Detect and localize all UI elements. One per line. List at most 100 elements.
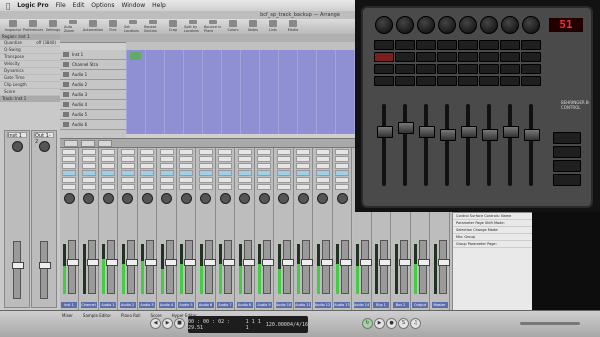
- insert-slot[interactable]: [237, 177, 252, 183]
- insert-slot[interactable]: [140, 170, 154, 176]
- insert-slot[interactable]: [315, 184, 330, 190]
- fader-cap[interactable]: [398, 122, 414, 134]
- pan-knob[interactable]: [63, 193, 75, 204]
- insert-slot[interactable]: [237, 170, 252, 176]
- track-header[interactable]: Audio 1: [60, 70, 126, 80]
- insert-slot[interactable]: [257, 177, 271, 183]
- channel-fader[interactable]: [145, 240, 157, 294]
- channel-fader[interactable]: [340, 240, 352, 294]
- insert-slot[interactable]: [276, 184, 291, 190]
- insert-slot[interactable]: [81, 184, 96, 190]
- channel-fader[interactable]: [86, 240, 99, 294]
- insert-slot[interactable]: [179, 156, 193, 162]
- track-header[interactable]: Audio 3: [60, 90, 126, 100]
- insert-slot[interactable]: [81, 177, 96, 183]
- insert-slot[interactable]: [257, 184, 271, 190]
- insert-slot[interactable]: [315, 156, 330, 162]
- pan-knob[interactable]: [200, 193, 211, 204]
- track-header[interactable]: Audio 6: [60, 120, 126, 130]
- insert-slot[interactable]: [120, 156, 135, 162]
- pan-knob[interactable]: [83, 193, 94, 204]
- channel-fader[interactable]: [418, 240, 430, 294]
- insert-slot[interactable]: [120, 184, 135, 190]
- controller-button[interactable]: [479, 64, 499, 74]
- mixer-options-menu[interactable]: [81, 139, 95, 147]
- fader-cap[interactable]: [524, 129, 540, 141]
- insert-slot[interactable]: [179, 149, 193, 155]
- controller-button[interactable]: [437, 76, 457, 86]
- insert-slot[interactable]: [179, 177, 193, 183]
- pan-knob[interactable]: [38, 141, 50, 152]
- insert-slot[interactable]: [218, 156, 232, 162]
- controller-fader[interactable]: [377, 104, 393, 186]
- toolbar-button-crop[interactable]: Crop: [164, 20, 182, 33]
- controller-button[interactable]: [437, 64, 457, 74]
- toolbar-button-notes[interactable]: Notes: [244, 20, 262, 33]
- inspector-row[interactable]: Velocity: [0, 61, 60, 68]
- inspector-row[interactable]: Quantize off (3840): [0, 40, 60, 47]
- insert-slot[interactable]: [159, 184, 174, 190]
- arrange-grid[interactable]: [126, 50, 360, 134]
- pan-knob[interactable]: [336, 193, 348, 204]
- encoder-knob[interactable]: [375, 16, 393, 34]
- insert-slot[interactable]: [218, 149, 232, 155]
- pan-knob[interactable]: [297, 193, 309, 204]
- inspector-row[interactable]: Clip Length: [0, 82, 60, 89]
- controller-button[interactable]: [500, 52, 520, 62]
- mixer-view-menu[interactable]: [98, 139, 112, 147]
- insert-slot[interactable]: [140, 184, 154, 190]
- channel-fader[interactable]: [262, 240, 274, 294]
- encoder-knob[interactable]: [501, 16, 519, 34]
- play-button[interactable]: ▶: [374, 318, 385, 329]
- controller-button[interactable]: [458, 76, 478, 86]
- insert-slot[interactable]: [335, 149, 349, 155]
- insert-slot[interactable]: [140, 163, 154, 169]
- insert-slot[interactable]: [62, 156, 76, 162]
- channel-fader[interactable]: [281, 240, 294, 294]
- insert-slot[interactable]: [296, 149, 310, 155]
- controller-button[interactable]: [374, 40, 394, 50]
- insert-slot[interactable]: [179, 184, 193, 190]
- channel-fader[interactable]: [320, 240, 333, 294]
- insert-slot[interactable]: [159, 149, 174, 155]
- pan-knob[interactable]: [11, 141, 23, 152]
- fader-cap[interactable]: [377, 126, 393, 138]
- inspector-row[interactable]: Q-Swing: [0, 47, 60, 54]
- channel-fader[interactable]: [164, 240, 177, 294]
- input-slot[interactable]: Inst 1: [7, 132, 27, 139]
- insert-slot[interactable]: [257, 156, 271, 162]
- pan-knob[interactable]: [219, 193, 231, 204]
- insert-slot[interactable]: [296, 184, 310, 190]
- controller-button[interactable]: [395, 64, 415, 74]
- toolbar-button-split[interactable]: Split by Locators: [184, 20, 202, 33]
- channel-fader[interactable]: [223, 240, 235, 294]
- insert-slot[interactable]: [81, 156, 96, 162]
- fader-cap[interactable]: [419, 126, 435, 138]
- inspector-row[interactable]: Transpose: [0, 54, 60, 61]
- insert-slot[interactable]: [218, 184, 232, 190]
- insert-slot[interactable]: [198, 149, 213, 155]
- insert-slot[interactable]: [101, 149, 115, 155]
- insert-slot[interactable]: [101, 156, 115, 162]
- insert-slot[interactable]: [179, 170, 193, 176]
- toolbar-button-set-locators[interactable]: Set Locators: [124, 20, 142, 33]
- channel-fader[interactable]: [67, 240, 79, 294]
- toolbar-button-preferences[interactable]: Preferences: [23, 20, 43, 33]
- insert-slot[interactable]: [335, 177, 349, 183]
- insert-slot[interactable]: [62, 170, 76, 176]
- insert-slot[interactable]: [276, 163, 291, 169]
- encoder-knob[interactable]: [438, 16, 456, 34]
- controller-button[interactable]: [437, 52, 457, 62]
- insert-slot[interactable]: [198, 170, 213, 176]
- metronome-button[interactable]: ♫: [410, 318, 421, 329]
- volume-fader[interactable]: [39, 241, 51, 299]
- insert-slot[interactable]: [315, 149, 330, 155]
- insert-slot[interactable]: [81, 149, 96, 155]
- pan-knob[interactable]: [317, 193, 328, 204]
- controller-button[interactable]: [416, 52, 436, 62]
- channel-fader[interactable]: [359, 240, 372, 294]
- inspector-row[interactable]: Score: [0, 89, 60, 96]
- controller-side-button[interactable]: [553, 174, 581, 186]
- track-header[interactable]: Audio 5: [60, 110, 126, 120]
- encoder-knob[interactable]: [396, 16, 414, 34]
